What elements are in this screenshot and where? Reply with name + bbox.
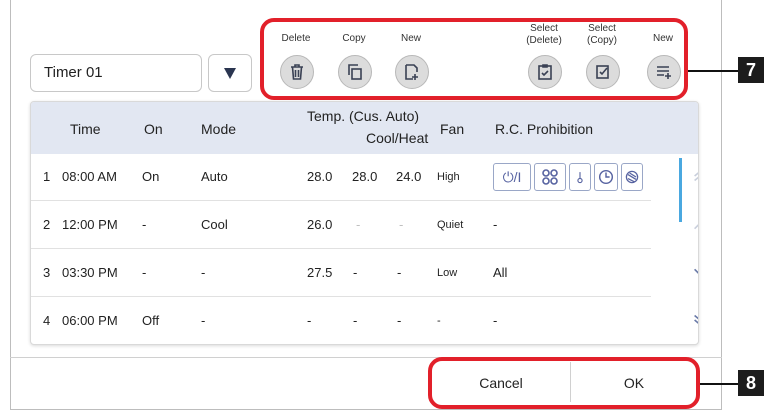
row-fan: Low (437, 267, 458, 279)
row-temp-auto: 27.5 (307, 265, 333, 280)
row-fan: - (437, 315, 441, 327)
double-chevron-down-icon (694, 314, 698, 324)
filter-icon (621, 163, 643, 191)
scrollbar-thumb[interactable] (679, 158, 682, 222)
row-temp-auto: 28.0 (307, 169, 333, 184)
row-temp-cool: 28.0 (352, 169, 378, 184)
toolbar-highlight (260, 18, 688, 100)
row-on: Off (142, 313, 160, 328)
row-number: 1 (43, 169, 51, 184)
footer-highlight (428, 357, 700, 409)
row-fan: High (437, 171, 460, 183)
header-fan: Fan (440, 121, 465, 137)
mode-fan-prohibit-icon (534, 163, 566, 191)
row-number: 3 (43, 265, 51, 280)
timer-clock-icon (594, 163, 618, 191)
header-rc: R.C. Prohibition (495, 121, 594, 137)
row-temp-auto: 26.0 (307, 217, 333, 232)
header-coolheat: Cool/Heat (366, 130, 429, 146)
table-row[interactable]: 3 03:30 PM - - 27.5 - - Low All (31, 250, 651, 297)
timer-table: Time On Mode Temp. (Cus. Auto) Cool/Heat… (30, 101, 699, 345)
row-on: - (142, 265, 147, 280)
table-header: Time On Mode Temp. (Cus. Auto) Cool/Heat… (31, 102, 698, 154)
callout-marker-7: 7 (738, 57, 764, 83)
row-temp-heat: - (399, 217, 404, 232)
row-fan: Quiet (437, 219, 464, 231)
double-chevron-up-icon (694, 172, 698, 182)
callout-marker-8: 8 (738, 370, 764, 396)
chevron-up-icon (694, 224, 698, 230)
row-temp-heat: - (397, 313, 402, 328)
footer-callout-line (700, 383, 738, 385)
row-temp-heat: - (397, 265, 402, 280)
header-on: On (144, 121, 163, 137)
row-temp-cool: - (353, 313, 358, 328)
row-time: 12:00 PM (62, 217, 118, 232)
row-rc: All (493, 265, 508, 280)
toolbar-callout-line (688, 70, 738, 72)
header-temp: Temp. (Cus. Auto) (307, 108, 420, 124)
row-on: On (142, 169, 160, 184)
row-rc: - (493, 217, 498, 232)
row-number: 2 (43, 217, 51, 232)
timer-dropdown-button[interactable] (208, 54, 252, 92)
scroll-down-button[interactable] (685, 260, 698, 284)
row-rc: - (493, 313, 498, 328)
row-temp-cool: - (353, 265, 358, 280)
scroll-up-button[interactable] (685, 214, 698, 238)
chevron-down-icon (694, 268, 698, 274)
row-time: 08:00 AM (62, 169, 117, 184)
scroll-to-bottom-button[interactable] (685, 308, 698, 332)
table-row[interactable]: 4 06:00 PM Off - - - - - - (31, 298, 651, 344)
row-mode: Auto (201, 169, 228, 184)
row-mode: - (201, 313, 206, 328)
row-mode: - (201, 265, 206, 280)
table-row[interactable]: 1 08:00 AM On Auto 28.0 28.0 24.0 High ⏻… (31, 154, 651, 201)
table-row[interactable]: 2 12:00 PM - Cool 26.0 - - Quiet - (31, 202, 651, 249)
row-mode: Cool (201, 217, 228, 232)
triangle-down-icon (224, 67, 236, 79)
scroll-to-top-button[interactable] (685, 164, 698, 188)
row-time: 03:30 PM (62, 265, 118, 280)
power-prohibit-icon: ⏻/I (493, 163, 531, 191)
row-number: 4 (43, 313, 51, 328)
row-time: 06:00 PM (62, 313, 118, 328)
row-temp-heat: 24.0 (396, 169, 422, 184)
row-temp-cool: - (356, 217, 361, 232)
row-temp-auto: - (307, 313, 312, 328)
timer-select[interactable]: Timer 01 (30, 54, 202, 92)
row-on: - (142, 217, 147, 232)
header-time: Time (70, 121, 101, 137)
header-mode: Mode (201, 121, 237, 137)
thermometer-icon (569, 163, 591, 191)
